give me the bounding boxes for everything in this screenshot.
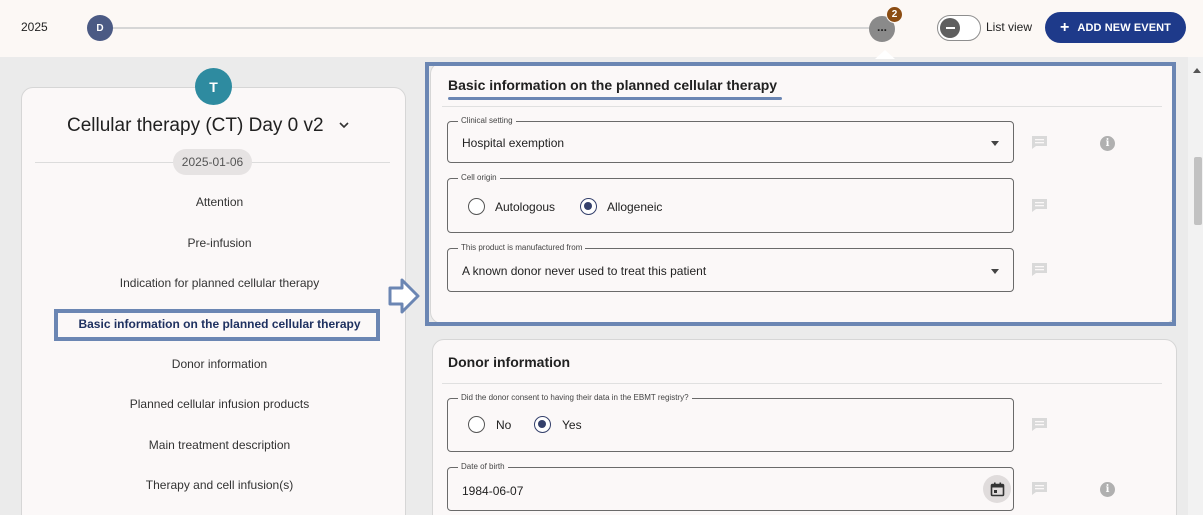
add-new-event-label: ADD NEW EVENT bbox=[1077, 21, 1172, 34]
comment-icon[interactable] bbox=[1031, 198, 1048, 213]
date-of-birth-field[interactable]: Date of birth 1984-06-07 bbox=[447, 462, 1014, 511]
add-new-event-button[interactable]: + ADD NEW EVENT bbox=[1045, 12, 1186, 43]
toggle-off-icon bbox=[940, 18, 960, 38]
date-of-birth-label: Date of birth bbox=[458, 462, 508, 472]
nav-item-indication[interactable]: Indication for planned cellular therapy bbox=[21, 276, 418, 290]
clinical-setting-value: Hospital exemption bbox=[462, 136, 565, 150]
calendar-button[interactable] bbox=[983, 475, 1011, 503]
radio-yes[interactable] bbox=[534, 416, 551, 433]
event-date-chip: 2025-01-06 bbox=[173, 149, 252, 175]
basic-info-title-underline bbox=[448, 97, 782, 100]
date-of-birth-value: 1984-06-07 bbox=[462, 484, 524, 498]
basic-info-rule bbox=[442, 106, 1162, 107]
page-scrollbar[interactable] bbox=[1188, 57, 1203, 515]
radio-autologous[interactable] bbox=[468, 198, 485, 215]
radio-autologous-label[interactable]: Autologous bbox=[495, 200, 555, 214]
list-view-toggle[interactable] bbox=[937, 15, 981, 41]
radio-yes-label[interactable]: Yes bbox=[562, 418, 582, 432]
manufactured-from-label: This product is manufactured from bbox=[458, 243, 586, 253]
manufactured-from-value: A known donor never used to treat this p… bbox=[462, 264, 707, 278]
caret-down-icon[interactable] bbox=[991, 269, 999, 274]
calendar-icon bbox=[990, 482, 1004, 496]
radio-no-label[interactable]: No bbox=[496, 418, 511, 432]
cell-origin-group: Cell origin Autologous Allogeneic bbox=[447, 173, 1014, 233]
timeline-track bbox=[100, 27, 890, 29]
chevron-down-icon[interactable] bbox=[338, 119, 350, 131]
donor-consent-label: Did the donor consent to having their da… bbox=[458, 393, 692, 403]
donor-consent-group: Did the donor consent to having their da… bbox=[447, 393, 1014, 452]
scrollbar-thumb[interactable] bbox=[1194, 157, 1202, 225]
radio-allogeneic-label[interactable]: Allogeneic bbox=[607, 200, 662, 214]
radio-allogeneic[interactable] bbox=[580, 198, 597, 215]
nav-item-therapy-cell-infusions[interactable]: Therapy and cell infusion(s) bbox=[21, 478, 418, 492]
donor-info-title: Donor information bbox=[448, 354, 571, 370]
plus-icon: + bbox=[1059, 18, 1070, 36]
timeline-year: 2025 bbox=[21, 20, 48, 34]
nav-item-donor-information[interactable]: Donor information bbox=[21, 357, 418, 371]
timeline-bar: 2025 D ... 2 List view + ADD NEW EVENT bbox=[0, 0, 1203, 59]
cell-origin-label: Cell origin bbox=[458, 173, 500, 183]
basic-info-title: Basic information on the planned cellula… bbox=[448, 77, 778, 93]
event-type-avatar: T bbox=[195, 68, 232, 105]
radio-no[interactable] bbox=[468, 416, 485, 433]
more-events-count-badge: 2 bbox=[886, 6, 903, 23]
caret-down-icon[interactable] bbox=[991, 141, 999, 146]
clinical-setting-label: Clinical setting bbox=[458, 116, 516, 126]
active-nav-highlight bbox=[54, 309, 380, 341]
clinical-setting-select[interactable]: Clinical setting Hospital exemption bbox=[447, 116, 1014, 163]
timeline-event-d[interactable]: D bbox=[87, 15, 113, 41]
manufactured-from-select[interactable]: This product is manufactured from A know… bbox=[447, 243, 1014, 292]
comment-icon[interactable] bbox=[1031, 135, 1048, 150]
scroll-up-arrow-icon[interactable] bbox=[1193, 68, 1201, 73]
comment-icon[interactable] bbox=[1031, 481, 1048, 496]
nav-item-attention[interactable]: Attention bbox=[21, 195, 418, 209]
form-title[interactable]: Cellular therapy (CT) Day 0 v2 bbox=[67, 115, 324, 137]
nav-item-planned-infusion-products[interactable]: Planned cellular infusion products bbox=[21, 397, 418, 411]
comment-icon[interactable] bbox=[1031, 417, 1048, 432]
arrow-right-icon bbox=[388, 278, 420, 314]
donor-info-rule bbox=[442, 383, 1162, 384]
info-icon[interactable]: i bbox=[1100, 136, 1115, 151]
list-view-label: List view bbox=[986, 20, 1033, 34]
nav-item-main-treatment[interactable]: Main treatment description bbox=[21, 438, 418, 452]
nav-item-pre-infusion[interactable]: Pre-infusion bbox=[21, 236, 418, 250]
info-icon[interactable]: i bbox=[1100, 482, 1115, 497]
comment-icon[interactable] bbox=[1031, 262, 1048, 277]
selected-event-pointer bbox=[875, 50, 895, 59]
